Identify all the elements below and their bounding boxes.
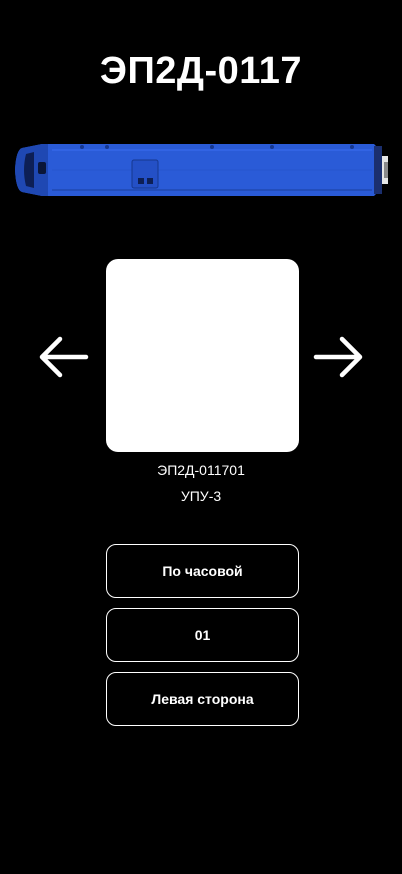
qr-code-image xyxy=(106,259,299,452)
code-id-label: ЭП2Д-011701 xyxy=(157,462,245,478)
page-title: ЭП2Д-0117 xyxy=(99,50,303,92)
train-top-view-icon xyxy=(15,144,388,196)
direction-button[interactable]: По часовой xyxy=(106,544,299,598)
number-button[interactable]: 01 xyxy=(106,608,299,662)
arrow-left-icon[interactable] xyxy=(36,330,90,384)
code-type-label: УПУ-3 xyxy=(180,488,222,504)
side-button[interactable]: Левая сторона xyxy=(106,672,299,726)
arrow-right-icon[interactable] xyxy=(312,330,366,384)
